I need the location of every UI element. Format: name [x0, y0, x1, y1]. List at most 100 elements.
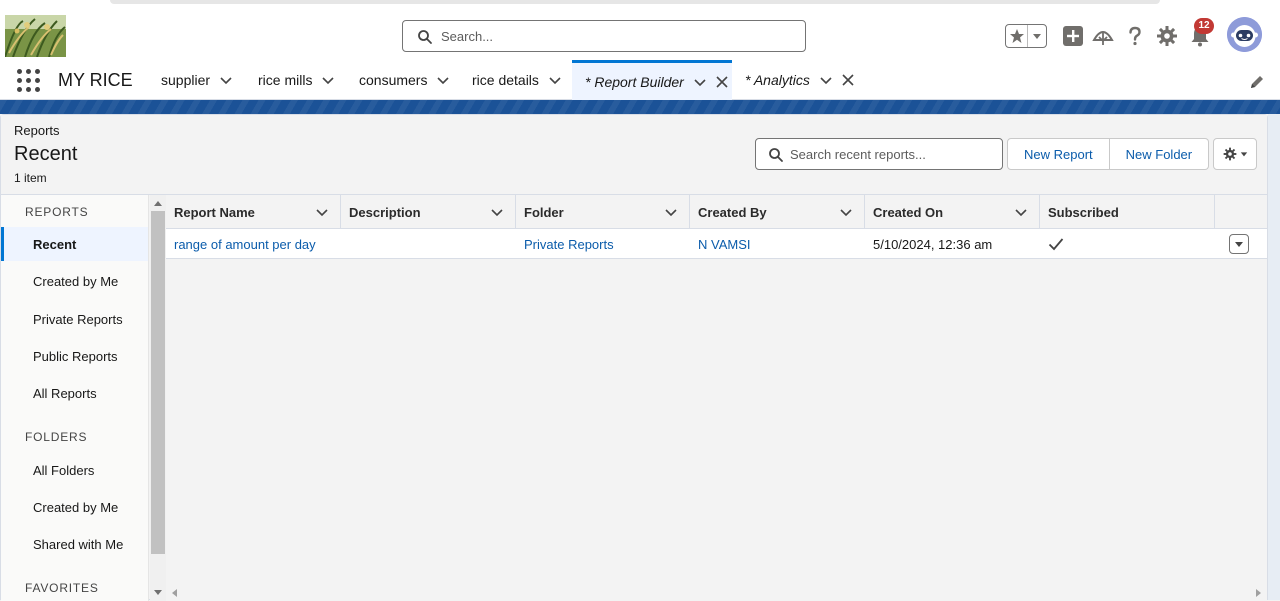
list-settings-button[interactable] [1213, 138, 1257, 170]
tab-label: * Analytics [745, 72, 810, 88]
sidebar-item-all-folders[interactable]: All Folders [1, 453, 148, 487]
scroll-left-arrow-icon[interactable] [172, 589, 177, 597]
tab-analytics[interactable]: * Analytics [745, 60, 856, 100]
trailhead-icon [1092, 31, 1114, 45]
chevron-down-icon[interactable] [435, 72, 451, 88]
tab-rice-mills[interactable]: rice mills [258, 60, 336, 100]
notification-count-badge: 12 [1194, 18, 1214, 34]
column-header-subscribed[interactable]: Subscribed [1040, 195, 1215, 229]
item-count: 1 item [14, 171, 47, 185]
org-logo[interactable] [5, 15, 66, 57]
global-header: 12 [0, 0, 1280, 60]
report-name-link[interactable]: range of amount per day [166, 229, 341, 259]
global-actions-button[interactable] [1061, 24, 1085, 48]
tab-label: rice mills [258, 72, 313, 88]
scroll-up-arrow-icon[interactable] [154, 201, 162, 206]
setup-button[interactable] [1155, 24, 1179, 48]
sidebar-item-private-reports[interactable]: Private Reports [1, 302, 148, 336]
sidebar-item-recent[interactable]: Recent [1, 227, 148, 261]
caret-down-icon [1240, 152, 1247, 157]
scroll-down-arrow-icon[interactable] [154, 590, 162, 595]
trailhead-button[interactable] [1091, 24, 1115, 48]
tab-label: supplier [161, 72, 211, 88]
sidebar-heading-folders: FOLDERS [25, 430, 88, 444]
search-icon [769, 148, 783, 162]
tab-label: rice details [472, 72, 539, 88]
column-header-label: Description [349, 204, 421, 220]
tab-report-builder[interactable]: * Report Builder [572, 60, 732, 100]
new-report-button[interactable]: New Report [1007, 138, 1110, 170]
column-header-created-by[interactable]: Created By [690, 195, 865, 229]
chevron-down-icon[interactable] [692, 74, 708, 90]
created-on-cell: 5/10/2024, 12:36 am [873, 236, 993, 252]
global-search-input[interactable] [441, 26, 791, 46]
new-folder-button[interactable]: New Folder [1109, 138, 1210, 170]
tab-label: consumers [359, 72, 428, 88]
sidebar-item-folders-created-by-me[interactable]: Created by Me [1, 490, 148, 524]
rice-field-logo-image [5, 15, 66, 57]
chevron-down-icon[interactable] [320, 72, 336, 88]
chevron-down-icon[interactable] [818, 72, 834, 88]
chevron-down-icon[interactable] [1013, 204, 1029, 220]
sidebar-item-created-by-me[interactable]: Created by Me [1, 264, 148, 298]
created-by-link[interactable]: N VAMSI [690, 229, 865, 259]
tab-supplier[interactable]: supplier [161, 60, 234, 100]
folder-link[interactable]: Private Reports [516, 229, 690, 259]
app-name: MY RICE [58, 70, 133, 90]
page-eyebrow: Reports [14, 123, 60, 138]
star-icon [1009, 29, 1024, 43]
report-description-cell [341, 229, 516, 259]
sidebar-item-public-reports[interactable]: Public Reports [1, 339, 148, 373]
column-header-label: Report Name [174, 204, 255, 220]
column-header-label: Created By [698, 204, 767, 220]
search-recent-reports-box[interactable] [755, 138, 1003, 170]
table-horizontal-scrollbar[interactable] [166, 585, 1267, 601]
column-header-label: Created On [873, 204, 944, 220]
table-header-row: Report Name Description Folder Created B… [166, 195, 1267, 229]
sidebar-heading-reports: REPORTS [25, 205, 89, 219]
chevron-down-icon[interactable] [314, 204, 330, 220]
user-avatar[interactable] [1227, 17, 1262, 52]
row-actions-button[interactable] [1229, 234, 1249, 254]
caret-down-icon [1235, 242, 1243, 247]
chevron-down-icon[interactable] [663, 204, 679, 220]
sidebar-scrollbar[interactable] [150, 195, 166, 601]
help-icon [1129, 26, 1141, 46]
column-header-description[interactable]: Description [341, 195, 516, 229]
close-tab-icon[interactable] [840, 72, 856, 88]
favorites-list-button[interactable] [1028, 25, 1046, 47]
column-header-created-on[interactable]: Created On [865, 195, 1040, 229]
chevron-down-icon[interactable] [547, 72, 563, 88]
tab-rice-details[interactable]: rice details [472, 60, 563, 100]
table-row[interactable]: range of amount per day Private Reports … [166, 229, 1267, 259]
search-icon [418, 30, 432, 44]
search-recent-reports-input[interactable] [790, 144, 995, 164]
chevron-down-icon[interactable] [838, 204, 854, 220]
add-icon [1063, 26, 1083, 46]
header-button-group: New Report New Folder [1007, 138, 1210, 170]
tab-consumers[interactable]: consumers [359, 60, 451, 100]
close-tab-icon[interactable] [714, 74, 730, 90]
scrollbar-thumb[interactable] [151, 211, 165, 554]
browser-chrome-strip [110, 0, 1160, 4]
gear-icon [1157, 26, 1177, 46]
gear-icon [1223, 147, 1236, 161]
favorite-star-button[interactable] [1006, 25, 1028, 47]
global-search-box[interactable] [402, 20, 806, 52]
edit-nav-pencil-icon[interactable] [1249, 74, 1265, 90]
sidebar-item-shared-with-me[interactable]: Shared with Me [1, 527, 148, 561]
chevron-down-icon[interactable] [218, 72, 234, 88]
reports-table: Report Name Description Folder Created B… [166, 195, 1267, 601]
column-header-folder[interactable]: Folder [516, 195, 690, 229]
reports-page: Reports Recent 1 item New Report New Fol… [0, 114, 1268, 601]
sidebar-item-all-reports[interactable]: All Reports [1, 376, 148, 410]
tab-label: * Report Builder [585, 73, 684, 90]
page-header: Reports Recent 1 item New Report New Fol… [1, 115, 1267, 195]
help-button[interactable] [1123, 24, 1147, 48]
brand-band [0, 100, 1280, 114]
column-header-report-name[interactable]: Report Name [166, 195, 341, 229]
app-launcher-icon[interactable] [17, 69, 41, 93]
scroll-right-arrow-icon[interactable] [1256, 589, 1261, 597]
column-header-label: Subscribed [1048, 204, 1119, 220]
chevron-down-icon[interactable] [489, 204, 505, 220]
